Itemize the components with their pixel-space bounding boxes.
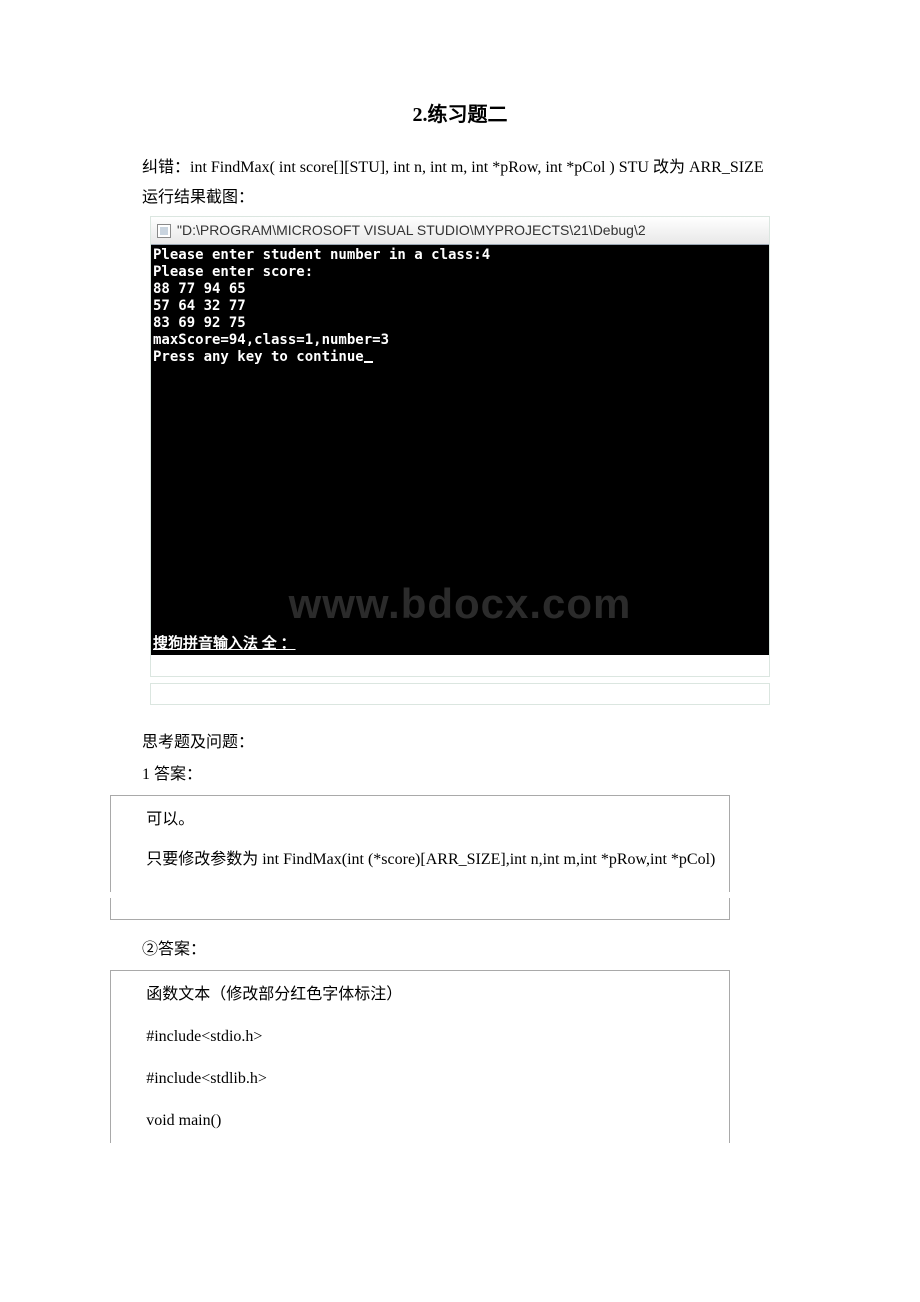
watermark-text: www.bdocx.com	[151, 595, 769, 612]
console-titlebar-text: "D:\PROGRAM\MICROSOFT VISUAL STUDIO\MYPR…	[177, 220, 646, 241]
page-title: 2.练习题二	[110, 100, 810, 130]
console-line: Please enter score:	[153, 264, 313, 280]
console-window: "D:\PROGRAM\MICROSOFT VISUAL STUDIO\MYPR…	[150, 216, 770, 655]
console-titlebar: "D:\PROGRAM\MICROSOFT VISUAL STUDIO\MYPR…	[151, 217, 769, 245]
table-row-blank	[110, 898, 730, 920]
answer-1-label: 1 答案：	[110, 763, 810, 787]
questions-header: 思考题及问题：	[110, 731, 810, 755]
answer-2-line: #include<stdlib.h>	[111, 1067, 729, 1091]
correction-paragraph: 纠错：int FindMax( int score[][STU], int n,…	[110, 156, 810, 180]
ime-status: 搜狗拼音输入法 全 ：	[153, 636, 296, 653]
answer-1-box: 可以。 只要修改参数为 int FindMax(int (*score)[ARR…	[110, 795, 730, 892]
console-line: Press any key to continue	[153, 349, 364, 365]
console-output: Please enter student number in a class:4…	[151, 245, 769, 655]
run-result-caption: 运行结果截图：	[110, 186, 810, 210]
console-line: maxScore=94,class=1,number=3	[153, 332, 389, 348]
answer-2-box: 函数文本（修改部分红色字体标注） #include<stdio.h> #incl…	[110, 970, 730, 1143]
app-icon	[157, 224, 171, 238]
table-row-blank	[150, 655, 770, 677]
answer-1-line: 可以。	[111, 808, 729, 832]
table-row-blank	[150, 683, 770, 705]
answer-2-line: void main()	[111, 1109, 729, 1133]
console-line: 57 64 32 77	[153, 298, 246, 314]
console-line: 83 69 92 75	[153, 315, 246, 331]
answer-1-line: 只要修改参数为 int FindMax(int (*score)[ARR_SIZ…	[111, 848, 729, 872]
cursor-icon	[364, 361, 373, 363]
answer-2-line: 函数文本（修改部分红色字体标注）	[111, 983, 729, 1007]
answer-2-label: ②答案：	[110, 938, 810, 962]
console-line: 88 77 94 65	[153, 281, 246, 297]
answer-2-line: #include<stdio.h>	[111, 1025, 729, 1049]
console-line: Please enter student number in a class:4	[153, 247, 490, 263]
console-text: Please enter student number in a class:4…	[151, 245, 769, 366]
